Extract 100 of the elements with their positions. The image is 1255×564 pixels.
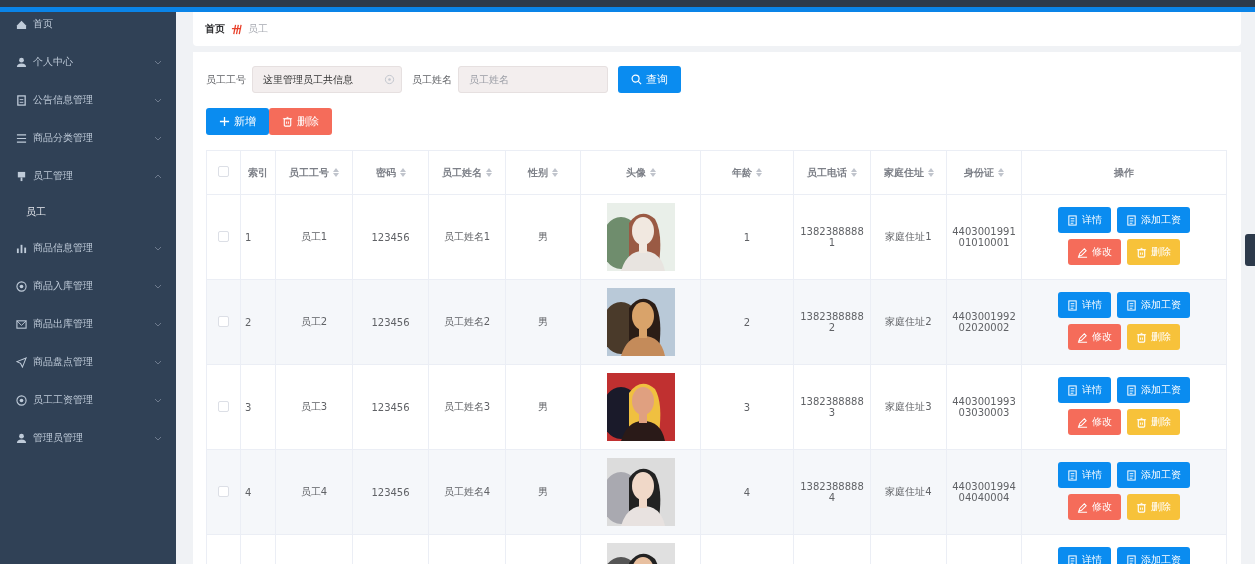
table-cell: 4 [743, 486, 751, 498]
field-label: 员工姓名 [412, 72, 452, 87]
sort-icon [486, 168, 492, 177]
table-cell-text: 家庭住址1 [884, 230, 933, 244]
column-header[interactable]: 年龄 [700, 150, 794, 195]
sort-icon [649, 168, 656, 177]
details-button[interactable]: 详情 [1058, 207, 1111, 233]
table-cell-text: 家庭住址3 [884, 400, 933, 414]
edit-button[interactable]: 修改 [1068, 409, 1121, 435]
trash-icon [1136, 331, 1147, 343]
menu-label: 商品信息管理 [33, 241, 94, 255]
table-cell: 2 [245, 316, 252, 328]
breadcrumb-item[interactable]: 首页 [205, 22, 225, 36]
document-icon [1126, 214, 1137, 226]
table-cell-text: 13823888881 [799, 226, 865, 248]
menu-label: 员工工资管理 [33, 393, 94, 407]
circle-icon [16, 394, 27, 406]
table-cell: 440300199303030003 [951, 396, 1017, 418]
edit-button[interactable]: 修改 [1068, 324, 1121, 350]
table-cell: 男 [538, 486, 548, 497]
delete-button[interactable]: 删除 [269, 108, 332, 135]
column-header: 索引 [240, 150, 276, 195]
row-checkbox[interactable] [218, 230, 229, 242]
table-cell: 123456 [371, 316, 410, 328]
column-header[interactable]: 员工工号 [275, 150, 353, 195]
edit-button[interactable]: 修改 [1068, 239, 1121, 265]
details-button[interactable]: 详情 [1058, 547, 1111, 564]
add-salary-button[interactable]: 添加工资 [1117, 377, 1190, 403]
menu-item[interactable]: 商品入库管理 [0, 267, 176, 305]
menu-item[interactable]: 公告信息管理 [0, 81, 176, 119]
menu-item[interactable]: 商品出库管理 [0, 305, 176, 343]
home-icon [16, 18, 27, 30]
menu-item[interactable]: 商品分类管理 [0, 119, 176, 157]
table-cell: 440300199202020002 [951, 311, 1017, 333]
menu-label: 商品分类管理 [33, 131, 94, 145]
table-cell: 3 [743, 401, 751, 413]
column-header[interactable]: 身份证 [946, 150, 1022, 195]
document-icon [1126, 554, 1137, 564]
table-cell: 员工1 [300, 231, 328, 242]
trash-icon [1136, 501, 1147, 513]
menu-item[interactable]: 员工管理 [0, 157, 176, 195]
menu-item[interactable]: 个人中心 [0, 43, 176, 81]
add-button[interactable]: 新增 [206, 108, 269, 135]
person-icon [16, 56, 27, 68]
row-checkbox[interactable] [218, 485, 229, 497]
table-cell-text: 13823888882 [799, 311, 865, 333]
column-header[interactable]: 密码 [352, 150, 429, 195]
menu-item[interactable]: 管理员管理 [0, 419, 176, 457]
table-cell: 4 [245, 486, 252, 498]
search-field[interactable]: 这里管理员工共信息 [252, 66, 402, 93]
search-field[interactable]: 员工姓名 [458, 66, 608, 93]
search-button[interactable]: 查询 [618, 66, 681, 93]
bar-chart-icon [16, 242, 27, 254]
menu-label: 员工管理 [33, 169, 74, 183]
column-header[interactable]: 员工姓名 [428, 150, 506, 195]
column-header[interactable]: 头像 [580, 150, 701, 195]
person-icon [16, 432, 27, 444]
menu-item[interactable]: 员工工资管理 [0, 381, 176, 419]
sort-icon [927, 168, 934, 177]
table-cell: 123456 [371, 401, 410, 413]
sort-icon [333, 168, 339, 177]
details-button[interactable]: 详情 [1058, 377, 1111, 403]
sort-icon [998, 168, 1004, 177]
menu-item[interactable]: 首页 [0, 12, 176, 43]
sort-icon [851, 168, 857, 177]
select-all-checkbox[interactable] [218, 166, 229, 177]
row-checkbox[interactable] [218, 400, 229, 412]
breadcrumb-item: 员工 [248, 22, 268, 36]
row-checkbox[interactable] [218, 315, 229, 327]
add-salary-button[interactable]: 添加工资 [1117, 462, 1190, 488]
details-button[interactable]: 详情 [1058, 292, 1111, 318]
menu-item[interactable]: 商品盘点管理 [0, 343, 176, 381]
table-cell: 123456 [371, 231, 410, 243]
table-cell: 440300199404040004 [951, 481, 1017, 503]
trash-icon [282, 116, 293, 127]
pin-icon [16, 170, 27, 182]
document-icon [1067, 384, 1078, 396]
add-salary-button[interactable]: 添加工资 [1117, 547, 1190, 564]
table-cell: 3 [245, 401, 252, 413]
pencil-icon [1077, 416, 1088, 428]
table-cell: 123456 [371, 486, 410, 498]
table-cell: 2 [743, 316, 751, 328]
mail-icon [16, 318, 27, 330]
column-header[interactable]: 员工电话 [793, 150, 871, 195]
side-handle[interactable] [1245, 234, 1255, 266]
table-cell: 440300199101010001 [951, 226, 1017, 248]
pencil-icon [1077, 246, 1088, 258]
circle-icon [16, 280, 27, 292]
document-icon [1067, 554, 1078, 564]
column-header[interactable]: 性别 [505, 150, 581, 195]
add-salary-button[interactable]: 添加工资 [1117, 207, 1190, 233]
separator-icon [231, 23, 242, 35]
column-header[interactable]: 家庭住址 [870, 150, 947, 195]
document-icon [1067, 469, 1078, 481]
menu-item[interactable]: 商品信息管理 [0, 229, 176, 267]
edit-button[interactable]: 修改 [1068, 494, 1121, 520]
details-button[interactable]: 详情 [1058, 462, 1111, 488]
add-salary-button[interactable]: 添加工资 [1117, 292, 1190, 318]
pencil-icon [1077, 331, 1088, 343]
submenu-item[interactable]: 员工 [0, 195, 176, 229]
